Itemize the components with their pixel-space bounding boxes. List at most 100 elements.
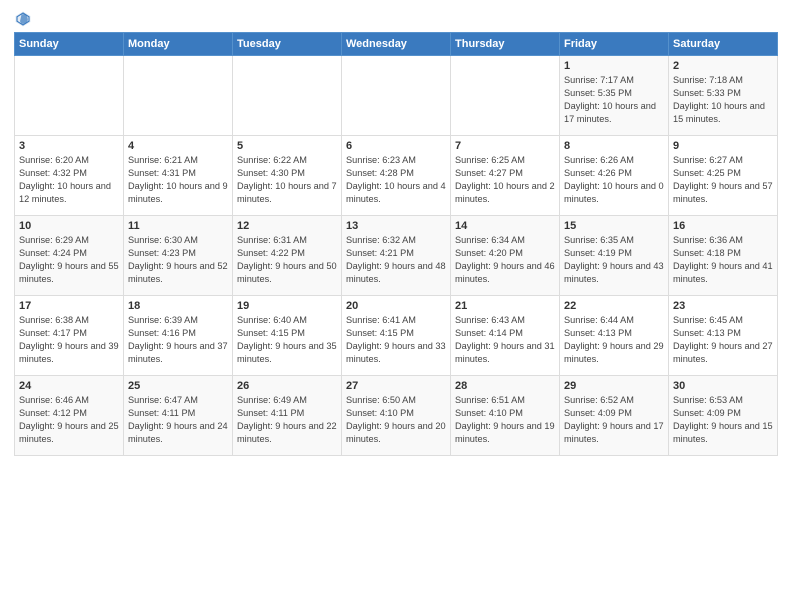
day-info: Sunrise: 6:49 AM Sunset: 4:11 PM Dayligh… (237, 394, 337, 446)
day-info: Sunrise: 6:20 AM Sunset: 4:32 PM Dayligh… (19, 154, 119, 206)
col-header-sunday: Sunday (15, 33, 124, 56)
day-info: Sunrise: 6:35 AM Sunset: 4:19 PM Dayligh… (564, 234, 664, 286)
week-row-2: 3 Sunrise: 6:20 AM Sunset: 4:32 PM Daylig… (15, 136, 778, 216)
day-info: Sunrise: 6:27 AM Sunset: 4:25 PM Dayligh… (673, 154, 773, 206)
calendar-cell (15, 56, 124, 136)
day-number: 18 (128, 300, 228, 312)
calendar-cell: 26 Sunrise: 6:49 AM Sunset: 4:11 PM Dayli… (233, 376, 342, 456)
calendar-cell: 16Sunrise: 6:36 AM Sunset: 4:18 PM Dayli… (669, 216, 778, 296)
day-info: Sunrise: 6:30 AM Sunset: 4:23 PM Dayligh… (128, 234, 228, 286)
calendar-cell: 30 Sunrise: 6:53 AM Sunset: 4:09 PM Dayli… (669, 376, 778, 456)
day-info: Sunrise: 6:43 AM Sunset: 4:14 PM Dayligh… (455, 314, 555, 366)
calendar-cell: 14Sunrise: 6:34 AM Sunset: 4:20 PM Dayli… (451, 216, 560, 296)
calendar-cell: 9Sunrise: 6:27 AM Sunset: 4:25 PM Daylig… (669, 136, 778, 216)
day-info: Sunrise: 6:21 AM Sunset: 4:31 PM Dayligh… (128, 154, 228, 206)
day-info: Sunrise: 6:38 AM Sunset: 4:17 PM Dayligh… (19, 314, 119, 366)
calendar-cell (124, 56, 233, 136)
col-header-friday: Friday (560, 33, 669, 56)
calendar-cell: 4 Sunrise: 6:21 AM Sunset: 4:31 PM Daylig… (124, 136, 233, 216)
day-number: 7 (455, 140, 555, 152)
col-header-tuesday: Tuesday (233, 33, 342, 56)
calendar-cell: 22 Sunrise: 6:44 AM Sunset: 4:13 PM Dayli… (560, 296, 669, 376)
day-info: Sunrise: 6:40 AM Sunset: 4:15 PM Dayligh… (237, 314, 337, 366)
calendar-body: 1 Sunrise: 7:17 AM Sunset: 5:35 PM Daylig… (15, 56, 778, 456)
day-info: Sunrise: 6:46 AM Sunset: 4:12 PM Dayligh… (19, 394, 119, 446)
day-info: Sunrise: 6:32 AM Sunset: 4:21 PM Dayligh… (346, 234, 446, 286)
calendar-cell: 17 Sunrise: 6:38 AM Sunset: 4:17 PM Dayli… (15, 296, 124, 376)
day-number: 17 (19, 300, 119, 312)
calendar-cell: 6Sunrise: 6:23 AM Sunset: 4:28 PM Daylig… (342, 136, 451, 216)
calendar-cell: 23 Sunrise: 6:45 AM Sunset: 4:13 PM Dayli… (669, 296, 778, 376)
logo (14, 10, 36, 28)
day-number: 13 (346, 220, 446, 232)
day-info: Sunrise: 6:22 AM Sunset: 4:30 PM Dayligh… (237, 154, 337, 206)
calendar-cell: 11 Sunrise: 6:30 AM Sunset: 4:23 PM Dayli… (124, 216, 233, 296)
calendar-cell: 20Sunrise: 6:41 AM Sunset: 4:15 PM Dayli… (342, 296, 451, 376)
day-number: 14 (455, 220, 555, 232)
day-number: 22 (564, 300, 664, 312)
day-number: 30 (673, 380, 773, 392)
day-number: 21 (455, 300, 555, 312)
day-number: 5 (237, 140, 337, 152)
day-number: 29 (564, 380, 664, 392)
day-info: Sunrise: 6:47 AM Sunset: 4:11 PM Dayligh… (128, 394, 228, 446)
day-info: Sunrise: 6:45 AM Sunset: 4:13 PM Dayligh… (673, 314, 773, 366)
calendar-cell: 21 Sunrise: 6:43 AM Sunset: 4:14 PM Dayli… (451, 296, 560, 376)
logo-icon (14, 10, 32, 28)
day-number: 1 (564, 60, 664, 72)
day-info: Sunrise: 6:29 AM Sunset: 4:24 PM Dayligh… (19, 234, 119, 286)
week-row-3: 10 Sunrise: 6:29 AM Sunset: 4:24 PM Dayli… (15, 216, 778, 296)
day-number: 4 (128, 140, 228, 152)
calendar-cell: 3 Sunrise: 6:20 AM Sunset: 4:32 PM Daylig… (15, 136, 124, 216)
day-info: Sunrise: 6:25 AM Sunset: 4:27 PM Dayligh… (455, 154, 555, 206)
day-number: 26 (237, 380, 337, 392)
week-row-5: 24 Sunrise: 6:46 AM Sunset: 4:12 PM Dayli… (15, 376, 778, 456)
day-number: 8 (564, 140, 664, 152)
calendar-cell: 5 Sunrise: 6:22 AM Sunset: 4:30 PM Daylig… (233, 136, 342, 216)
calendar-table: SundayMondayTuesdayWednesdayThursdayFrid… (14, 32, 778, 456)
calendar-cell: 29Sunrise: 6:52 AM Sunset: 4:09 PM Dayli… (560, 376, 669, 456)
day-info: Sunrise: 6:26 AM Sunset: 4:26 PM Dayligh… (564, 154, 664, 206)
calendar-cell: 13 Sunrise: 6:32 AM Sunset: 4:21 PM Dayli… (342, 216, 451, 296)
day-info: Sunrise: 7:18 AM Sunset: 5:33 PM Dayligh… (673, 74, 773, 126)
header-row: SundayMondayTuesdayWednesdayThursdayFrid… (15, 33, 778, 56)
calendar-cell (233, 56, 342, 136)
day-number: 19 (237, 300, 337, 312)
calendar-cell (451, 56, 560, 136)
calendar-cell: 8 Sunrise: 6:26 AM Sunset: 4:26 PM Daylig… (560, 136, 669, 216)
calendar-cell: 12Sunrise: 6:31 AM Sunset: 4:22 PM Dayli… (233, 216, 342, 296)
calendar-cell: 1 Sunrise: 7:17 AM Sunset: 5:35 PM Daylig… (560, 56, 669, 136)
day-number: 25 (128, 380, 228, 392)
day-info: Sunrise: 6:39 AM Sunset: 4:16 PM Dayligh… (128, 314, 228, 366)
day-info: Sunrise: 6:53 AM Sunset: 4:09 PM Dayligh… (673, 394, 773, 446)
day-number: 28 (455, 380, 555, 392)
day-number: 3 (19, 140, 119, 152)
col-header-wednesday: Wednesday (342, 33, 451, 56)
day-number: 27 (346, 380, 446, 392)
day-number: 23 (673, 300, 773, 312)
calendar-cell: 15Sunrise: 6:35 AM Sunset: 4:19 PM Dayli… (560, 216, 669, 296)
header (14, 10, 778, 28)
day-number: 2 (673, 60, 773, 72)
day-info: Sunrise: 6:31 AM Sunset: 4:22 PM Dayligh… (237, 234, 337, 286)
calendar-cell: 27 Sunrise: 6:50 AM Sunset: 4:10 PM Dayli… (342, 376, 451, 456)
calendar-cell: 28 Sunrise: 6:51 AM Sunset: 4:10 PM Dayli… (451, 376, 560, 456)
day-number: 11 (128, 220, 228, 232)
day-info: Sunrise: 6:41 AM Sunset: 4:15 PM Dayligh… (346, 314, 446, 366)
day-info: Sunrise: 6:51 AM Sunset: 4:10 PM Dayligh… (455, 394, 555, 446)
calendar-cell: 25 Sunrise: 6:47 AM Sunset: 4:11 PM Dayli… (124, 376, 233, 456)
day-info: Sunrise: 6:50 AM Sunset: 4:10 PM Dayligh… (346, 394, 446, 446)
day-number: 6 (346, 140, 446, 152)
day-number: 24 (19, 380, 119, 392)
calendar-cell: 7 Sunrise: 6:25 AM Sunset: 4:27 PM Daylig… (451, 136, 560, 216)
day-info: Sunrise: 7:17 AM Sunset: 5:35 PM Dayligh… (564, 74, 664, 126)
calendar-cell: 2 Sunrise: 7:18 AM Sunset: 5:33 PM Daylig… (669, 56, 778, 136)
col-header-saturday: Saturday (669, 33, 778, 56)
day-info: Sunrise: 6:44 AM Sunset: 4:13 PM Dayligh… (564, 314, 664, 366)
week-row-1: 1 Sunrise: 7:17 AM Sunset: 5:35 PM Daylig… (15, 56, 778, 136)
day-number: 16 (673, 220, 773, 232)
col-header-thursday: Thursday (451, 33, 560, 56)
calendar-cell: 24 Sunrise: 6:46 AM Sunset: 4:12 PM Dayli… (15, 376, 124, 456)
day-number: 10 (19, 220, 119, 232)
calendar-cell: 10 Sunrise: 6:29 AM Sunset: 4:24 PM Dayli… (15, 216, 124, 296)
